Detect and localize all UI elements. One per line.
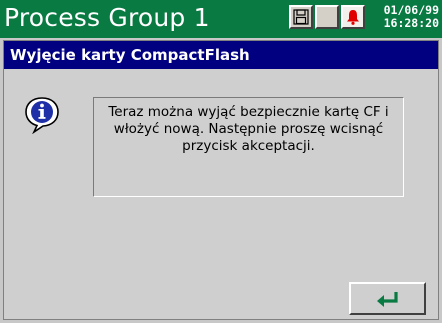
message-text: Teraz można wyjąć bezpiecznie kartę CF i… — [108, 104, 389, 154]
enter-arrow-icon — [377, 292, 398, 307]
app-title: Process Group 1 — [4, 3, 210, 32]
disk-icon[interactable] — [289, 5, 313, 29]
cf-removal-dialog: Wyjęcie karty CompactFlash Teraz można w… — [3, 40, 439, 320]
blank-status-icon[interactable] — [315, 5, 339, 29]
info-icon — [24, 96, 60, 135]
dialog-title: Wyjęcie karty CompactFlash — [10, 46, 250, 64]
screen: Process Group 1 01/06/99 16:28:20 Wyjęci… — [0, 0, 442, 323]
message-box: Teraz można wyjąć bezpiecznie kartę CF i… — [93, 97, 404, 197]
alarm-bell-icon[interactable] — [341, 5, 365, 29]
datetime: 01/06/99 16:28:20 — [373, 4, 439, 30]
dialog-header: Wyjęcie karty CompactFlash — [4, 41, 438, 69]
accept-button[interactable] — [349, 282, 426, 315]
time-label: 16:28:20 — [383, 16, 439, 30]
title-bar: Process Group 1 01/06/99 16:28:20 — [0, 0, 442, 38]
